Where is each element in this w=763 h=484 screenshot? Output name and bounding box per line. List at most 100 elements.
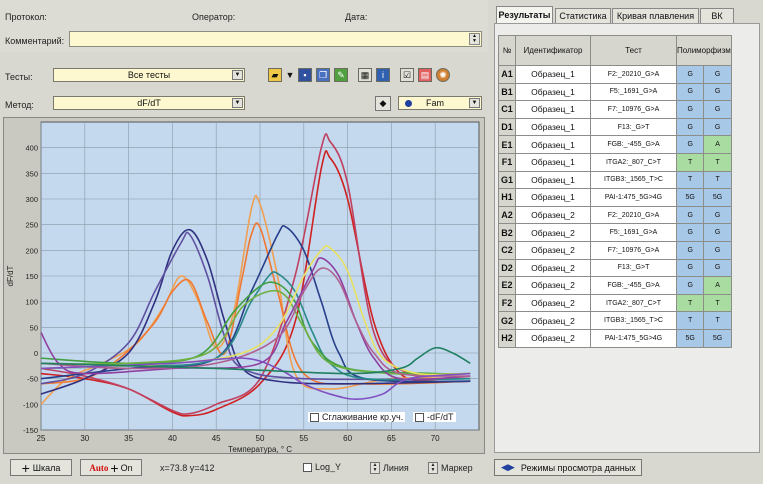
test-cell[interactable]: ITGB3:_1565_T>C [590,311,677,330]
id-cell[interactable]: Образец_2 [515,223,591,242]
test-cell[interactable]: F13:_G>T [590,258,677,278]
well-cell[interactable]: F1 [498,152,516,172]
well-cell[interactable]: F2 [498,293,516,313]
marker-option[interactable]: ▲ ▼ Маркер [428,462,473,474]
id-cell[interactable]: Образец_1 [515,188,591,207]
polymorphism-cell-2[interactable]: A [703,135,732,154]
well-cell[interactable]: H2 [498,328,516,348]
table-row[interactable]: C1 Образец_1 F7:_10976_G>A G G [498,100,732,119]
polymorphism-cell-1[interactable]: G [675,65,705,84]
id-cell[interactable]: Образец_1 [515,65,591,84]
tab-ic[interactable]: ВК [700,8,734,23]
polymorphism-cell-2[interactable]: A [703,276,732,295]
test-cell[interactable]: ITGA2:_807_C>T [590,152,677,172]
polymorphism-cell-1[interactable]: G [675,240,705,260]
table-row[interactable]: H1 Образец_1 PAI-1:475_5G>4G 5G 5G [498,188,732,207]
table-row[interactable]: A1 Образец_1 F2:_20210_G>A G G [498,65,732,84]
test-cell[interactable]: F2:_20210_G>A [590,205,677,225]
chevron-down-icon[interactable]: ▼ [469,98,480,108]
polymorphism-cell-1[interactable]: G [675,135,705,154]
well-cell[interactable]: H1 [498,188,516,207]
method-select[interactable]: dF/dT ▼ [53,96,245,110]
logy-checkbox[interactable] [303,463,312,473]
table-row[interactable]: D2 Образец_2 F13:_G>T G G [498,258,732,278]
polymorphism-cell-2[interactable]: 5G [703,328,732,348]
test-cell[interactable]: FGB:_-455_G>A [590,135,677,154]
copy-icon[interactable]: ❐ [316,68,330,82]
well-cell[interactable]: E1 [498,135,516,154]
col-header-id[interactable]: Идентификатор [515,35,591,66]
col-header-test[interactable]: Тест [590,35,677,66]
polymorphism-cell-1[interactable]: G [675,223,705,242]
channel-select[interactable]: Fam ▼ [398,96,482,110]
id-cell[interactable]: Образец_2 [515,311,591,330]
line-option[interactable]: ▲ ▼ Линия [370,462,409,474]
polymorphism-cell-2[interactable]: 5G [703,188,732,207]
well-cell[interactable]: A2 [498,205,516,225]
comment-scroll-icon[interactable]: ▲ ▼ [469,33,480,45]
tab-statistics[interactable]: Статистика [555,8,611,23]
chevron-down-icon[interactable]: ▼ [232,70,243,80]
well-cell[interactable]: A1 [498,65,516,84]
polymorphism-cell-2[interactable]: T [703,293,732,313]
edit-icon[interactable]: ✎ [334,68,348,82]
table-row[interactable]: D1 Образец_1 F13:_G>T G G [498,117,732,137]
polymorphism-cell-1[interactable]: 5G [675,188,705,207]
id-cell[interactable]: Образец_2 [515,293,591,313]
table-row[interactable]: E2 Образец_2 FGB:_-455_G>A G A [498,276,732,295]
test-cell[interactable]: PAI-1:475_5G>4G [590,328,677,348]
polymorphism-cell-2[interactable]: T [703,170,732,190]
id-cell[interactable]: Образец_1 [515,152,591,172]
test-cell[interactable]: ITGA2:_807_C>T [590,293,677,313]
well-cell[interactable]: E2 [498,276,516,295]
polymorphism-cell-2[interactable]: G [703,240,732,260]
polymorphism-cell-1[interactable]: 5G [675,328,705,348]
polymorphism-cell-2[interactable]: G [703,205,732,225]
save-icon[interactable]: ▪ [298,68,312,82]
tab-results[interactable]: Результаты [496,6,553,23]
neg-df-option[interactable]: -dF/dT [413,412,456,423]
globe-icon[interactable]: ✺ [436,68,450,82]
id-cell[interactable]: Образец_2 [515,240,591,260]
polymorphism-cell-1[interactable]: G [675,82,705,102]
checklist-icon[interactable]: ☑ [400,68,414,82]
id-cell[interactable]: Образец_2 [515,276,591,295]
comment-field[interactable]: ▲ ▼ [69,31,482,47]
polymorphism-cell-1[interactable]: T [675,311,705,330]
table-row[interactable]: E1 Образец_1 FGB:_-455_G>A G A [498,135,732,154]
table-row[interactable]: H2 Образец_2 PAI-1:475_5G>4G 5G 5G [498,328,732,348]
marker-toggle-button[interactable]: ◆ [375,96,391,111]
well-cell[interactable]: C1 [498,100,516,119]
test-cell[interactable]: F7:_10976_G>A [590,100,677,119]
auto-on-button[interactable]: Auto + On [80,459,142,476]
spin-icon[interactable]: ▲ ▼ [370,462,380,474]
polymorphism-cell-1[interactable]: T [675,152,705,172]
polymorphism-cell-1[interactable]: G [675,117,705,137]
test-cell[interactable]: F2:_20210_G>A [590,65,677,84]
well-cell[interactable]: B2 [498,223,516,242]
polymorphism-cell-2[interactable]: T [703,152,732,172]
id-cell[interactable]: Образец_1 [515,117,591,137]
melting-curve-chart[interactable]: 25 30 35 40 45 50 55 60 65 70 -150 -100 -50 0 50 100 150… [4,118,486,455]
polymorphism-cell-1[interactable]: T [675,293,705,313]
polymorphism-cell-1[interactable]: G [675,100,705,119]
table-row[interactable]: G2 Образец_2 ITGB3:_1565_T>C T T [498,311,732,330]
well-cell[interactable]: B1 [498,82,516,102]
col-header-number[interactable]: № [498,35,516,66]
polymorphism-cell-2[interactable]: G [703,65,732,84]
polymorphism-cell-2[interactable]: G [703,223,732,242]
polymorphism-cell-2[interactable]: G [703,100,732,119]
table-row[interactable]: F1 Образец_1 ITGA2:_807_C>T T T [498,152,732,172]
view-modes-button[interactable]: ◀▶ Режимы просмотра данных [494,459,642,476]
well-cell[interactable]: G1 [498,170,516,190]
well-cell[interactable]: G2 [498,311,516,330]
col-header-polymorphism[interactable]: Полиморфизм [676,35,732,66]
grid-icon[interactable]: ▦ [358,68,372,82]
well-cell[interactable]: D1 [498,117,516,137]
polymorphism-cell-2[interactable]: T [703,311,732,330]
id-cell[interactable]: Образец_2 [515,205,591,225]
table-row[interactable]: C2 Образец_2 F7:_10976_G>A G G [498,240,732,260]
tab-melting-curve[interactable]: Кривая плавления [612,8,699,23]
table-row[interactable]: F2 Образец_2 ITGA2:_807_C>T T T [498,293,732,313]
test-cell[interactable]: F7:_10976_G>A [590,240,677,260]
